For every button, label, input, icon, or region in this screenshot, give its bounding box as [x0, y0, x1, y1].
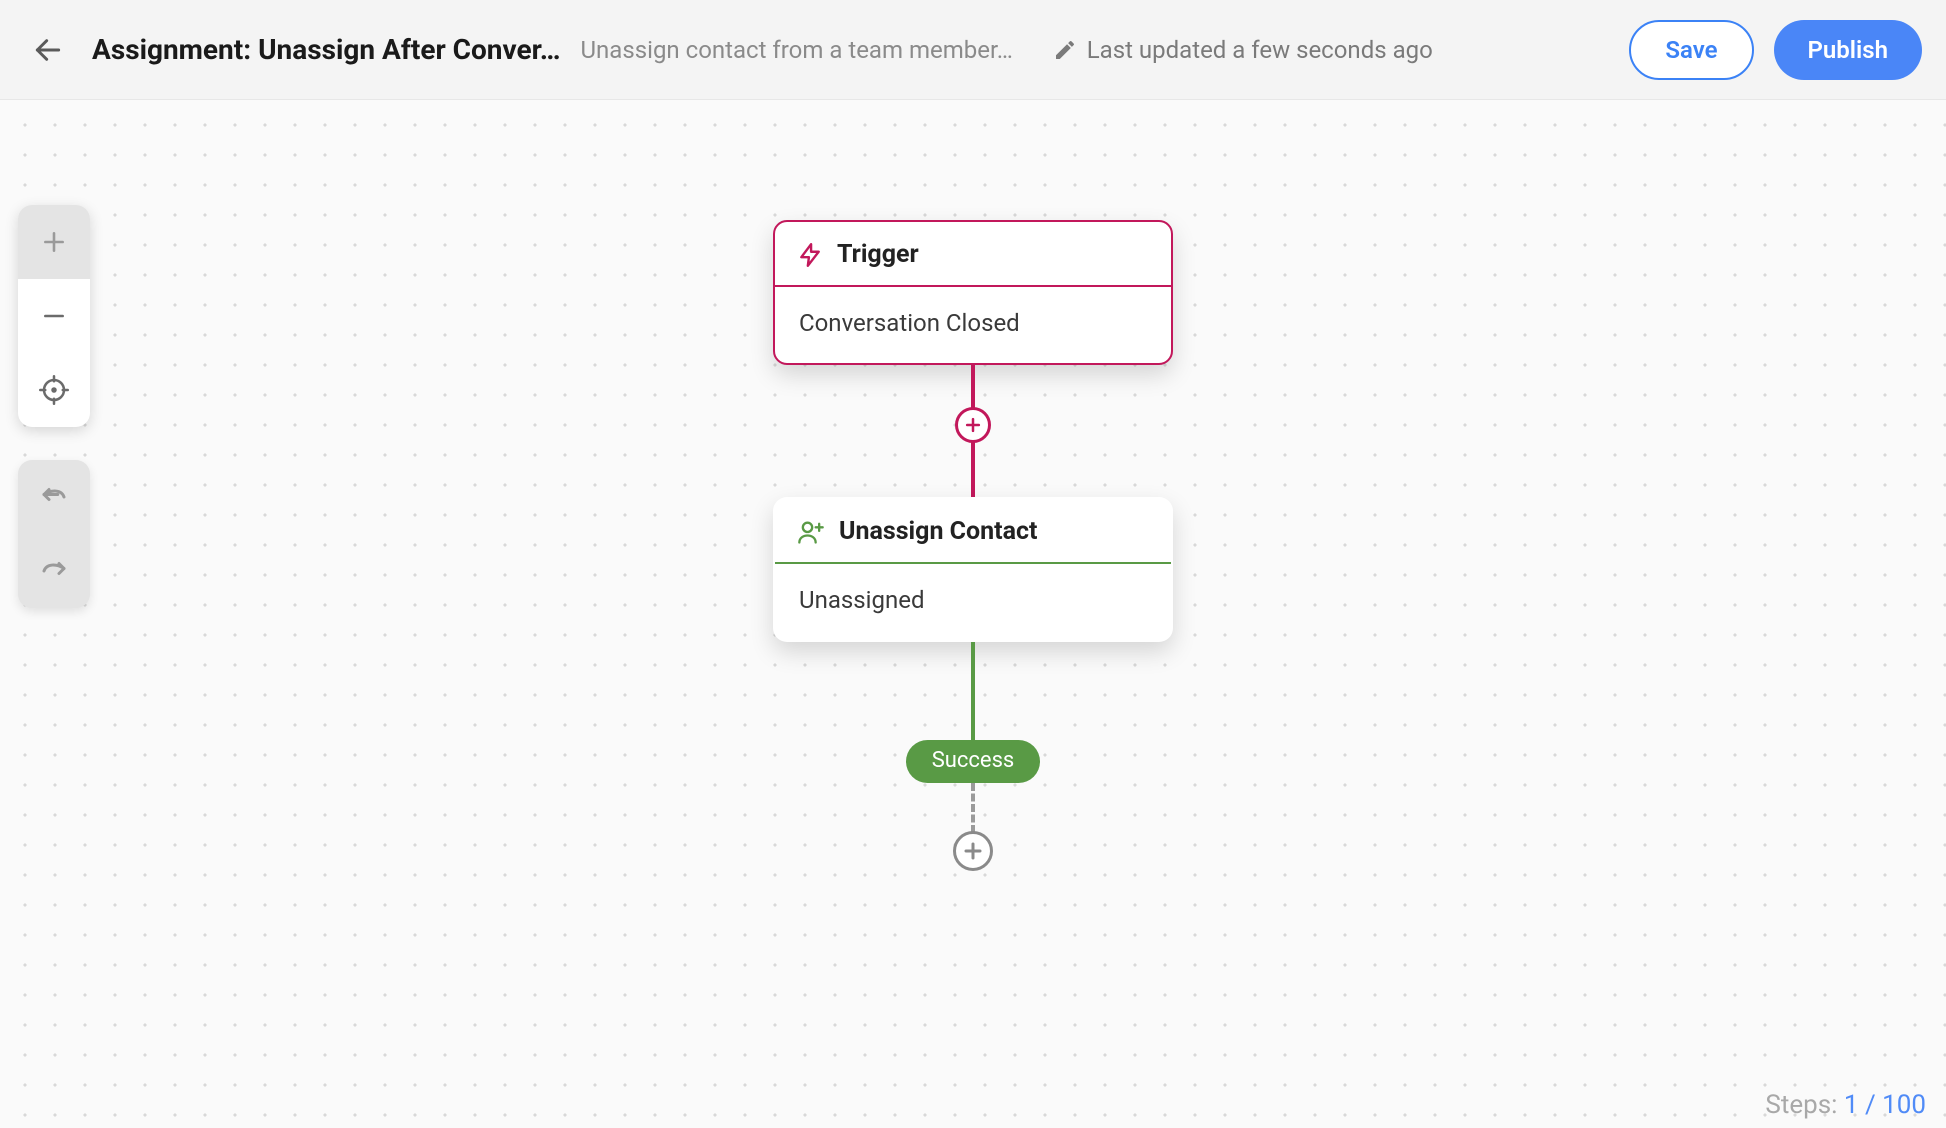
- trigger-node-value: Conversation Closed: [775, 287, 1171, 363]
- connector: [971, 365, 975, 409]
- steps-label: Steps:: [1765, 1090, 1837, 1120]
- connector-dashed: [971, 783, 975, 833]
- steps-sep: /: [1865, 1090, 1876, 1120]
- trigger-node-head: Trigger: [775, 222, 1171, 287]
- recenter-button[interactable]: [18, 353, 90, 427]
- last-updated-text: Last updated a few seconds ago: [1087, 36, 1433, 64]
- steps-max: 100: [1882, 1090, 1926, 1120]
- add-end-step-button[interactable]: [953, 831, 993, 871]
- zoom-controls: [18, 205, 90, 427]
- zoom-in-button[interactable]: [18, 205, 90, 279]
- back-button[interactable]: [24, 26, 72, 74]
- last-updated: Last updated a few seconds ago: [1053, 36, 1433, 64]
- undo-icon: [39, 482, 69, 512]
- history-controls: [18, 460, 90, 608]
- save-button[interactable]: Save: [1629, 20, 1753, 80]
- flow-column: Trigger Conversation Closed Unassign Con…: [773, 220, 1173, 869]
- arrow-left-icon: [32, 34, 64, 66]
- trigger-node-title: Trigger: [837, 240, 919, 269]
- action-node-value: Unassigned: [775, 564, 1171, 640]
- user-plus-icon: [797, 518, 825, 546]
- connector: [971, 441, 975, 497]
- add-step-button[interactable]: [955, 407, 991, 443]
- page-title: Assignment: Unassign After Conver…: [92, 33, 560, 66]
- trigger-node[interactable]: Trigger Conversation Closed: [773, 220, 1173, 365]
- header-bar: Assignment: Unassign After Conver… Unass…: [0, 0, 1946, 100]
- action-node[interactable]: Unassign Contact Unassigned: [773, 497, 1173, 642]
- pencil-icon: [1053, 38, 1077, 62]
- publish-button[interactable]: Publish: [1774, 20, 1923, 80]
- connector: [971, 642, 975, 740]
- undo-button[interactable]: [18, 460, 90, 534]
- action-node-head: Unassign Contact: [775, 499, 1171, 564]
- lightning-icon: [797, 242, 823, 268]
- redo-button[interactable]: [18, 534, 90, 608]
- page-subtitle[interactable]: Unassign contact from a team member…: [580, 36, 1012, 64]
- success-pill: Success: [906, 740, 1041, 783]
- action-node-title: Unassign Contact: [839, 517, 1038, 546]
- crosshair-icon: [39, 375, 69, 405]
- plus-icon: [961, 839, 985, 863]
- plus-icon: [963, 415, 983, 435]
- steps-counter: Steps: 1 / 100: [1765, 1090, 1926, 1120]
- plus-icon: [41, 229, 67, 255]
- canvas-wrap: Trigger Conversation Closed Unassign Con…: [0, 100, 1946, 1128]
- minus-icon: [41, 303, 67, 329]
- steps-current: 1: [1844, 1090, 1859, 1120]
- zoom-out-button[interactable]: [18, 279, 90, 353]
- redo-icon: [39, 556, 69, 586]
